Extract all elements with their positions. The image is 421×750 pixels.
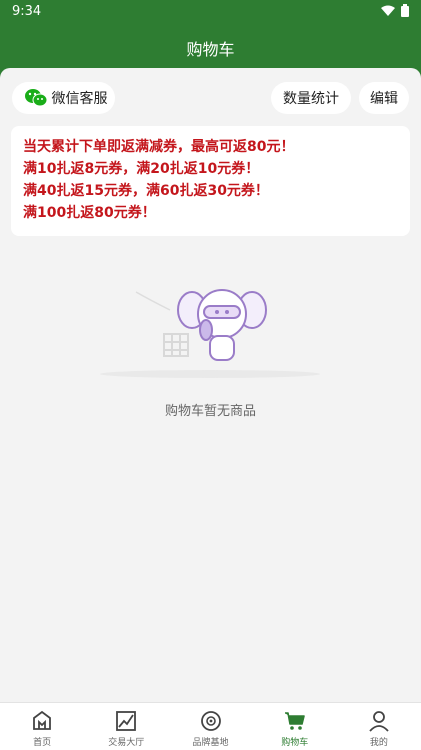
brand-badge-icon (200, 711, 221, 731)
quantity-stats-button[interactable]: 数量统计 (271, 82, 351, 114)
edit-label: 编辑 (370, 91, 398, 107)
tab-home[interactable]: 首页 (0, 703, 84, 750)
edit-button[interactable]: 编辑 (359, 82, 409, 114)
page-title: 购物车 (186, 40, 235, 59)
promo-line: 满100扎返80元券！ (23, 205, 156, 221)
promo-notice: 当天累计下单即返满减券，最高可返80元！ 满10扎返8元券，满20扎返10元券！… (11, 126, 410, 236)
wechat-service-button[interactable]: 微信客服 (12, 82, 115, 114)
trading-chart-icon (116, 711, 137, 731)
status-icons (381, 4, 409, 17)
tab-label: 首页 (33, 738, 52, 748)
tab-label: 我的 (369, 738, 388, 748)
promo-line: 当天累计下单即返满减券，最高可返80元！ (23, 139, 295, 155)
tab-trading[interactable]: 交易大厅 (84, 703, 168, 750)
promo-line: 满10扎返8元券，满20扎返10元券！ (23, 161, 260, 177)
home-icon (33, 710, 51, 730)
wifi-icon (381, 5, 395, 16)
tab-label: 品牌基地 (192, 738, 229, 748)
status-bar: 9:34 (0, 0, 421, 24)
cart-icon (284, 712, 305, 730)
wechat-service-label: 微信客服 (51, 91, 108, 107)
battery-icon (401, 4, 409, 17)
empty-cart-illustration (100, 289, 320, 378)
promo-line: 满40扎返15元券，满60扎返30元券！ (23, 183, 269, 199)
status-time: 9:34 (12, 4, 42, 19)
wechat-icon (24, 89, 47, 107)
tab-label: 交易大厅 (108, 738, 145, 748)
tab-profile[interactable]: 我的 (337, 703, 421, 750)
tab-label: 购物车 (281, 738, 309, 748)
bottom-tab-bar: 首页 交易大厅 品牌基地 购物车 我的 (0, 702, 421, 750)
quantity-stats-label: 数量统计 (283, 91, 339, 107)
profile-icon (369, 711, 389, 732)
empty-cart-message: 购物车暂无商品 (164, 404, 256, 419)
tab-cart[interactable]: 购物车 (253, 703, 337, 750)
tab-brand[interactable]: 品牌基地 (168, 703, 252, 750)
